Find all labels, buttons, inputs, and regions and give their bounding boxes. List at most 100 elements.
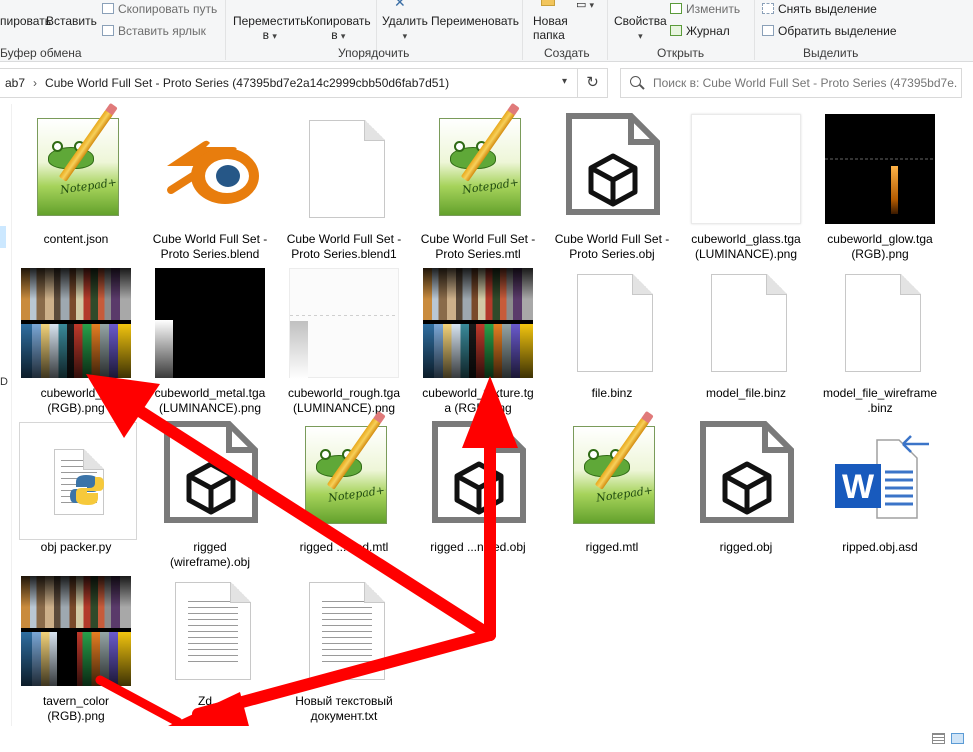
new-folder-icon (541, 0, 555, 6)
blender-icon (155, 110, 265, 220)
file-name: rigged.mtl (585, 540, 639, 554)
clipboard-group-label: Буфер обмена (0, 46, 82, 60)
nav-selected-item[interactable] (0, 226, 6, 248)
notepad-icon: Notepad++ (557, 417, 667, 528)
move-to-button[interactable]: Переместить в ▾ (233, 14, 307, 42)
address-bar[interactable]: ab7 › Cube World Full Set - Proto Series (… (0, 68, 608, 98)
python-logo-icon (70, 475, 104, 505)
image-thumbnail (423, 268, 533, 378)
text-file-icon (289, 572, 399, 682)
3d-object-icon (423, 418, 533, 528)
image-thumbnail (21, 576, 131, 686)
invert-selection-button[interactable]: Обратить выделение (762, 24, 897, 38)
ribbon-separator (225, 0, 226, 60)
file-tile[interactable]: model_file.binz (682, 258, 810, 412)
breadcrumb-chevron-icon: › (33, 76, 38, 90)
history-icon (670, 25, 682, 36)
select-none-button[interactable]: Снять выделение (762, 2, 877, 16)
3d-object-icon (155, 418, 265, 528)
paste-shortcut-button[interactable]: Вставить ярлык (102, 24, 206, 38)
file-tile[interactable]: Zd... (146, 566, 274, 726)
file-tile[interactable]: Cube World Full Set - Proto Series.obj (548, 104, 676, 261)
status-bar (0, 726, 973, 752)
edit-button[interactable]: Изменить (670, 2, 740, 16)
file-list: Notepad++ content.json Cube World Full S… (12, 104, 973, 726)
refresh-icon[interactable]: ↻ (577, 69, 607, 97)
blank-file-icon (691, 264, 801, 374)
notepad-icon: Notepad++ (423, 109, 533, 220)
file-name: rigged.obj (719, 540, 773, 554)
file-tile[interactable]: obj packer.py (12, 412, 140, 566)
select-none-icon (762, 3, 774, 14)
file-tile[interactable]: Notepad++ rigged.mtl (548, 412, 676, 566)
file-tile[interactable]: cubeworld_texture.tg a (RGB).png (414, 258, 542, 415)
file-tile[interactable]: W ripped.obj.asd (816, 412, 944, 566)
notepad-icon: Notepad++ (21, 109, 131, 220)
search-box[interactable] (620, 68, 962, 98)
file-tile[interactable]: cubeworld_glow.tga (RGB).png (816, 104, 944, 261)
file-tile[interactable]: Новый текстовый документ.txt (280, 566, 408, 726)
edit-icon (670, 3, 682, 14)
breadcrumb: ab7 › Cube World Full Set - Proto Series (… (5, 76, 449, 90)
history-button[interactable]: Журнал (670, 24, 730, 38)
blender-logo (167, 140, 259, 204)
large-icons-view-icon[interactable] (951, 733, 964, 744)
file-tile[interactable]: cubeworld_glass.tga (LUMINANCE).png (682, 104, 810, 261)
delete-button[interactable]: Удалить ▾ (382, 14, 428, 42)
copy-button[interactable]: пировать (0, 14, 51, 28)
file-tile[interactable]: rigged ...ndled.obj (414, 412, 542, 566)
file-tile[interactable]: cubeworld_rough.tga (LUMINANCE).png (280, 258, 408, 415)
search-icon (630, 76, 641, 87)
file-tile[interactable]: tavern_color (RGB).png (12, 566, 140, 726)
file-tile[interactable]: cubeworld_metal.tga (LUMINANCE).png (146, 258, 274, 415)
ribbon: пировать Вставить Скопировать путь Встав… (0, 0, 973, 62)
3d-object-icon (557, 110, 667, 220)
image-thumbnail (691, 114, 801, 224)
navigation-pane[interactable]: D (0, 104, 11, 752)
file-name: ripped.obj.asd (842, 540, 918, 554)
file-tile[interactable]: rigged.obj (682, 412, 810, 566)
file-tile[interactable]: Cube World Full Set - Proto Series.blend (146, 104, 274, 261)
file-tile[interactable]: file.binz (548, 258, 676, 412)
file-tile[interactable]: rigged (wireframe).obj (146, 412, 274, 569)
new-item-icon[interactable]: ▭ ▾ (576, 0, 594, 11)
paste-button[interactable]: Вставить (46, 14, 97, 28)
blank-file-icon (289, 110, 399, 220)
address-dropdown-icon[interactable]: ▾ (562, 76, 567, 87)
paste-shortcut-icon (102, 25, 114, 36)
file-tile[interactable]: Notepad++ rigged ...dled.mtl (280, 412, 408, 566)
copy-path-button[interactable]: Скопировать путь (102, 2, 217, 16)
copy-path-icon (102, 3, 114, 14)
details-view-icon[interactable] (932, 733, 945, 744)
image-thumbnail (825, 114, 935, 224)
image-thumbnail (155, 268, 265, 378)
breadcrumb-current[interactable]: Cube World Full Set - Proto Series (4739… (45, 76, 449, 90)
svg-text:W: W (842, 468, 875, 506)
rename-button[interactable]: Переименовать (431, 14, 519, 28)
breadcrumb-parent[interactable]: ab7 (5, 76, 25, 90)
nav-item-cut-label[interactable]: D (0, 376, 8, 388)
file-name: file.binz (591, 386, 633, 400)
file-tile[interactable]: Notepad++ content.json (12, 104, 140, 258)
blank-file-icon (557, 264, 667, 374)
file-tile[interactable]: model_file_wireframe .binz (816, 258, 944, 415)
copy-to-button[interactable]: Копировать в ▾ (306, 14, 371, 42)
file-tile[interactable]: Cube World Full Set - Proto Series.blend1 (280, 104, 408, 261)
file-name: Новый текстовый документ.txt (295, 694, 393, 723)
open-group-label: Открыть (657, 46, 705, 60)
text-file-icon (155, 572, 265, 682)
organize-group-label: Упорядочить (338, 46, 410, 60)
file-name: tavern_color (RGB).png (42, 694, 110, 723)
select-group-label: Выделить (803, 46, 859, 60)
properties-button[interactable]: Свойства ▾ (614, 14, 667, 42)
ribbon-separator (522, 0, 523, 60)
file-name: Zd... (197, 694, 222, 708)
new-folder-button[interactable]: Новая папка (533, 14, 568, 42)
search-input[interactable] (653, 74, 958, 92)
file-tile[interactable]: cubeworld_ju (RGB).png (12, 258, 140, 415)
python-file-icon (19, 422, 138, 540)
file-tile[interactable]: Notepad++ Cube World Full Set - Proto Ser… (414, 104, 542, 261)
address-bar-row: ab7 › Cube World Full Set - Proto Series (… (0, 62, 973, 104)
file-name: obj packer.py (40, 540, 112, 554)
file-name: rigged ...dled.mtl (299, 540, 389, 554)
